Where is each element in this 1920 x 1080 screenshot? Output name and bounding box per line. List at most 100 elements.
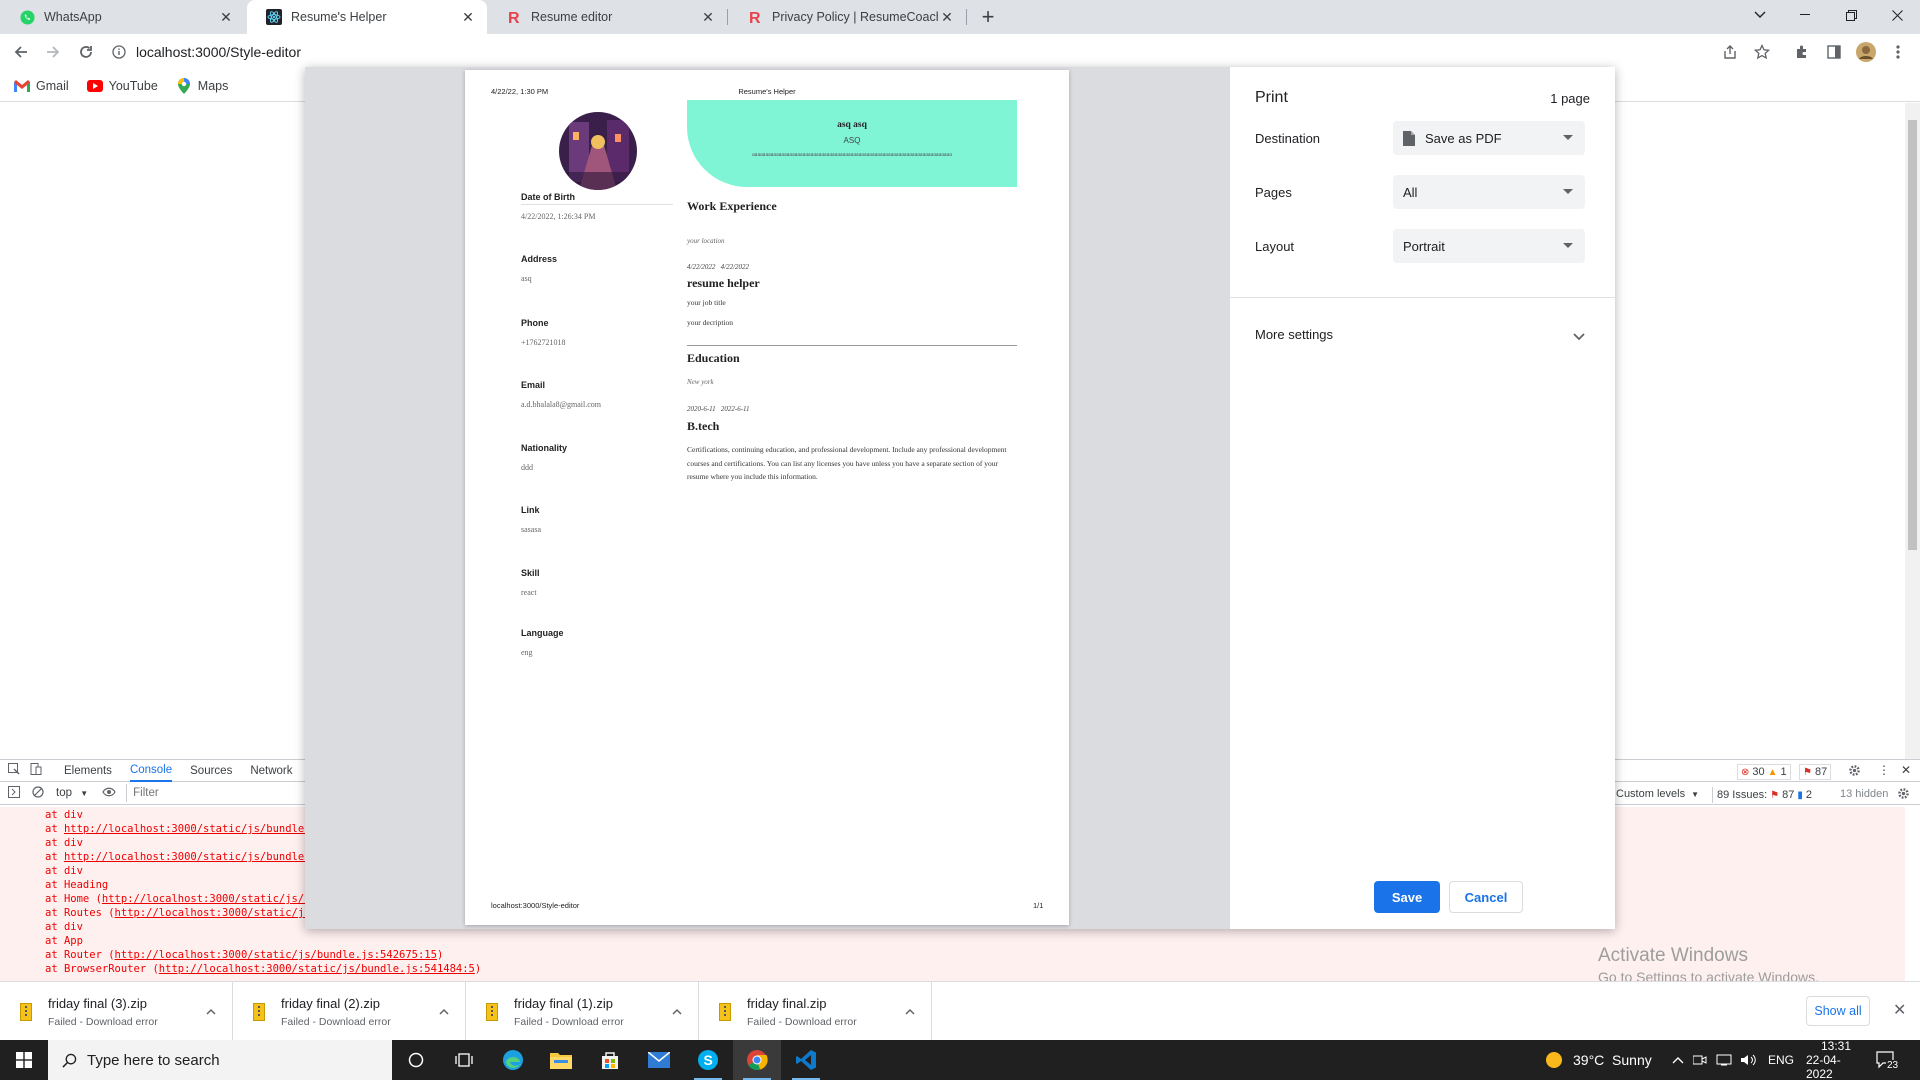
chevron-up-icon[interactable] (206, 1004, 216, 1018)
youtube-icon (86, 78, 103, 94)
console-line: at div (45, 836, 305, 850)
chevron-up-icon[interactable] (672, 1004, 682, 1018)
console-source-link[interactable]: http://localhost:3000/static/js/bundle.j… (64, 851, 305, 863)
task-view-icon[interactable] (440, 1040, 488, 1080)
layout-value: Portrait (1403, 238, 1445, 254)
close-tab-icon[interactable]: ✕ (699, 8, 717, 26)
show-all-downloads-button[interactable]: Show all (1806, 996, 1870, 1026)
tab-resumes-helper[interactable]: Resume's Helper ✕ (247, 0, 487, 34)
destination-value: Save as PDF (1425, 130, 1502, 146)
save-button[interactable]: Save (1374, 881, 1440, 913)
share-icon[interactable] (1718, 40, 1742, 64)
page-scrollbar[interactable] (1905, 103, 1920, 759)
tab-privacy-policy[interactable]: R Privacy Policy | ResumeCoach ✕ (728, 0, 966, 34)
issues-counter[interactable]: ⚑ 87 (1799, 764, 1832, 780)
console-source-link[interactable]: http://localhost:3000/static/js/bundle.j… (64, 823, 305, 835)
skype-icon[interactable]: S (684, 1040, 732, 1080)
devtools-tab-sources[interactable]: Sources (190, 760, 232, 782)
pages-select[interactable]: All (1393, 175, 1585, 209)
reload-icon[interactable] (74, 40, 98, 64)
bookmark-label: Gmail (36, 78, 69, 93)
tab-resume-editor[interactable]: R Resume editor ✕ (487, 0, 727, 34)
windows-start-icon[interactable] (0, 1040, 48, 1080)
console-source-link[interactable]: http://localhost:3000/static/js/b (115, 907, 305, 919)
clock[interactable]: 13:31 22-04-2022 (1806, 1039, 1866, 1080)
live-expression-eye-icon[interactable] (102, 787, 116, 800)
network-icon[interactable] (1716, 1040, 1732, 1080)
issues-summary[interactable]: 89 Issues: ⚑ 87 ▮ 2 (1712, 787, 1812, 803)
input-language-indicator[interactable]: ENG (1768, 1040, 1794, 1080)
device-toolbar-icon[interactable] (30, 763, 42, 778)
address-bar[interactable]: localhost:3000/Style-editor (110, 37, 1790, 67)
cortana-icon[interactable] (392, 1040, 440, 1080)
more-settings-toggle[interactable]: More settings (1255, 317, 1590, 351)
destination-select[interactable]: Save as PDF (1393, 121, 1585, 155)
context-selector[interactable]: top ▼ (56, 787, 88, 799)
edge-browser-icon[interactable] (489, 1040, 537, 1080)
devtools-close-icon[interactable]: ✕ (1901, 763, 1911, 777)
download-item[interactable]: friday final (1).zip Failed - Download e… (466, 982, 699, 1040)
console-line: at http://localhost:3000/static/js/bundl… (45, 822, 305, 836)
file-explorer-icon[interactable] (537, 1040, 585, 1080)
console-source-link[interactable]: http://localhost:3000/static/js/bundle.j… (115, 949, 437, 961)
dropdown-arrow-icon: ▼ (80, 789, 89, 798)
chevron-up-icon[interactable] (905, 1004, 915, 1018)
console-settings-icon[interactable] (1897, 787, 1910, 803)
restore-icon[interactable] (1828, 0, 1874, 30)
log-levels-dropdown[interactable]: Custom levels ▼ (1616, 788, 1699, 800)
close-tab-icon[interactable]: ✕ (938, 8, 956, 26)
side-panel-icon[interactable] (1822, 40, 1846, 64)
taskbar-search-box[interactable]: Type here to search (48, 1040, 392, 1080)
devtools-tab-console[interactable]: Console (129, 760, 173, 782)
weather-widget[interactable]: 39°C Sunny (1545, 1040, 1652, 1080)
devtools-tab-elements[interactable]: Elements (64, 760, 112, 782)
tab-search-icon[interactable] (1737, 0, 1783, 30)
notifications-icon[interactable]: 23 (1876, 1040, 1900, 1080)
download-item[interactable]: friday final (2).zip Failed - Download e… (233, 982, 466, 1040)
download-item[interactable]: friday final.zip Failed - Download error (699, 982, 932, 1040)
chevron-up-icon[interactable] (439, 1004, 449, 1018)
new-tab-button[interactable]: + (976, 4, 1000, 29)
close-downloads-icon[interactable]: ✕ (1893, 1000, 1906, 1020)
download-item[interactable]: friday final (3).zip Failed - Download e… (0, 982, 233, 1040)
error-warning-counter[interactable]: ⊗ 30 ▲ 1 (1737, 764, 1791, 780)
tab-whatsapp[interactable]: WhatsApp ✕ (0, 0, 245, 34)
mail-icon[interactable] (635, 1040, 683, 1080)
clear-console-icon[interactable] (32, 785, 44, 801)
console-line: at Heading (45, 878, 305, 892)
site-info-icon[interactable] (110, 43, 128, 61)
meet-now-icon[interactable] (1693, 1040, 1707, 1080)
close-tab-icon[interactable]: ✕ (217, 8, 235, 26)
show-hidden-icons-icon[interactable] (1672, 1040, 1684, 1080)
layout-select[interactable]: Portrait (1393, 229, 1585, 263)
inspect-element-icon[interactable] (8, 763, 20, 778)
close-tab-icon[interactable]: ✕ (459, 8, 477, 26)
watermark-line1: Activate Windows (1598, 945, 1748, 966)
resume-field-value: eng (521, 648, 533, 657)
console-source-link[interactable]: http://localhost:3000/static/js/bun (102, 893, 305, 905)
devtools-menu-icon[interactable]: ⋮ (1878, 763, 1890, 777)
bookmark-gmail[interactable]: Gmail (14, 78, 69, 94)
chrome-icon[interactable] (733, 1040, 781, 1080)
scrollbar-thumb[interactable] (1908, 120, 1917, 550)
bookmark-star-icon[interactable] (1750, 40, 1774, 64)
volume-icon[interactable] (1740, 1040, 1756, 1080)
microsoft-store-icon[interactable] (586, 1040, 634, 1080)
extensions-icon[interactable] (1790, 40, 1814, 64)
forward-arrow-icon[interactable] (41, 40, 65, 64)
bookmark-youtube[interactable]: YouTube (86, 78, 158, 94)
vscode-icon[interactable] (782, 1040, 830, 1080)
sidebar-toggle-icon[interactable] (8, 785, 20, 801)
back-arrow-icon[interactable] (9, 40, 33, 64)
sidebar-divider (521, 204, 673, 205)
console-source-link[interactable]: http://localhost:3000/static/js/bundle.j… (159, 963, 475, 975)
devtools-tab-network[interactable]: Network (250, 760, 292, 782)
menu-kebab-icon[interactable] (1886, 40, 1910, 64)
bookmark-maps[interactable]: Maps (176, 77, 228, 94)
resume-name: asq asq (837, 120, 867, 130)
devtools-settings-icon[interactable] (1848, 764, 1861, 780)
close-window-icon[interactable] (1874, 0, 1920, 30)
minimize-icon[interactable] (1782, 0, 1828, 30)
cancel-button[interactable]: Cancel (1449, 881, 1523, 913)
profile-avatar[interactable] (1854, 40, 1878, 64)
